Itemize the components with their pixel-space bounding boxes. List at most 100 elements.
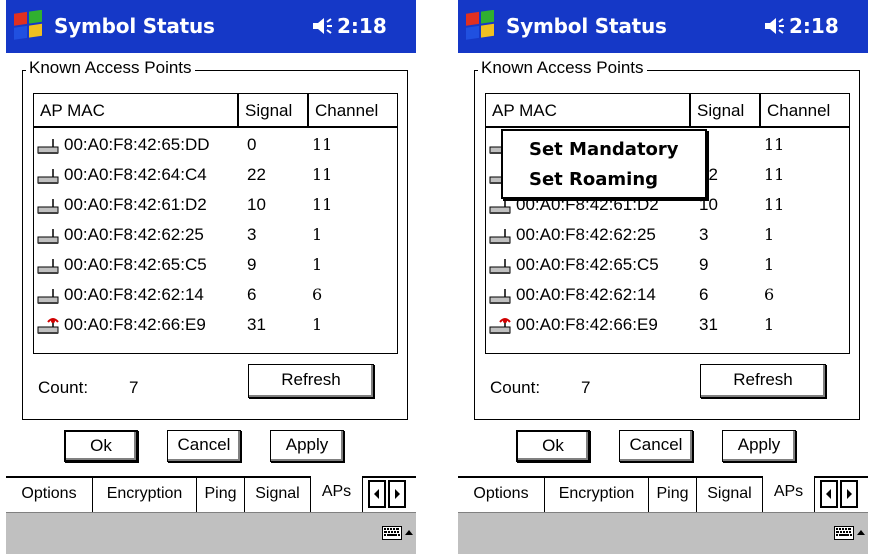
window-title: Symbol Status bbox=[54, 14, 215, 38]
apply-button[interactable]: Apply bbox=[722, 430, 796, 462]
cell-mac: 00:A0:F8:42:66:E9 bbox=[516, 315, 658, 334]
apply-button[interactable]: Apply bbox=[270, 430, 344, 462]
count-value: 7 bbox=[129, 378, 139, 397]
input-selector-arrow-icon[interactable] bbox=[856, 527, 866, 539]
menu-item-set-roaming[interactable]: Set Roaming bbox=[529, 169, 658, 190]
cell-channel: 11 bbox=[764, 195, 785, 214]
cancel-button[interactable]: Cancel bbox=[167, 430, 241, 462]
tab-ping[interactable]: Ping bbox=[649, 478, 697, 512]
window-title: Symbol Status bbox=[506, 14, 667, 38]
cell-mac: 00:A0:F8:42:65:C5 bbox=[516, 255, 659, 274]
cell-signal: 3 bbox=[247, 225, 257, 244]
tab-aps[interactable]: APs bbox=[311, 476, 363, 512]
cell-signal: 31 bbox=[247, 315, 266, 334]
cell-signal: 3 bbox=[699, 225, 709, 244]
access-point-icon bbox=[489, 229, 511, 244]
table-row[interactable]: 00:A0:F8:42:62:25 3 1 bbox=[486, 222, 849, 248]
table-row[interactable]: 00:A0:F8:42:65:C5 9 1 bbox=[486, 252, 849, 278]
group-label: Known Access Points bbox=[26, 58, 195, 78]
cell-channel: 1 bbox=[764, 255, 775, 274]
tab-scroll-right-button[interactable] bbox=[840, 480, 858, 508]
cell-mac: 00:A0:F8:42:62:25 bbox=[516, 225, 656, 244]
table-row[interactable]: 00:A0:F8:42:62:14 6 6 bbox=[486, 282, 849, 308]
ok-button[interactable]: Ok bbox=[64, 430, 138, 462]
tab-signal[interactable]: Signal bbox=[697, 478, 763, 512]
list-header: AP MAC Signal Channel bbox=[486, 94, 849, 130]
cell-signal: 9 bbox=[247, 255, 257, 274]
speaker-icon[interactable] bbox=[311, 16, 333, 36]
table-row[interactable]: 00:A0:F8:42:62:14 6 6 bbox=[34, 282, 397, 308]
group-label: Known Access Points bbox=[478, 58, 647, 78]
cell-channel: 6 bbox=[764, 285, 775, 304]
tab-strip: Options Encryption Ping Signal APs bbox=[6, 476, 416, 512]
tab-scroll-right-button[interactable] bbox=[388, 480, 406, 508]
access-point-icon bbox=[489, 259, 511, 274]
cell-mac: 00:A0:F8:42:62:14 bbox=[516, 285, 656, 304]
windows-start-icon[interactable] bbox=[12, 10, 46, 44]
refresh-button[interactable]: Refresh bbox=[700, 364, 826, 398]
input-selector-arrow-icon[interactable] bbox=[404, 527, 414, 539]
cell-signal: 6 bbox=[247, 285, 257, 304]
speaker-icon[interactable] bbox=[763, 16, 785, 36]
tab-options[interactable]: Options bbox=[6, 478, 93, 512]
table-row[interactable]: 00:A0:F8:42:61:D2 10 11 bbox=[34, 192, 397, 218]
cell-mac: 00:A0:F8:42:62:14 bbox=[64, 285, 204, 304]
keyboard-icon[interactable] bbox=[834, 525, 854, 541]
cancel-button[interactable]: Cancel bbox=[619, 430, 693, 462]
windows-start-icon[interactable] bbox=[464, 10, 498, 44]
associated-access-point-icon bbox=[489, 318, 511, 334]
tab-scroll-left-button[interactable] bbox=[368, 480, 386, 508]
column-header-signal[interactable]: Signal bbox=[691, 94, 761, 128]
cell-channel: 6 bbox=[312, 285, 323, 304]
cell-signal: 31 bbox=[699, 315, 718, 334]
cell-channel: 1 bbox=[312, 255, 323, 274]
cell-signal: 22 bbox=[247, 165, 266, 184]
column-header-ap-mac[interactable]: AP MAC bbox=[34, 94, 239, 128]
context-menu: Set Mandatory Set Roaming bbox=[501, 129, 707, 199]
clock[interactable]: 2:18 bbox=[337, 14, 387, 38]
tab-ping[interactable]: Ping bbox=[197, 478, 245, 512]
cell-channel: 11 bbox=[312, 165, 333, 184]
access-point-icon bbox=[489, 289, 511, 304]
cell-channel: 1 bbox=[312, 315, 323, 334]
title-bar: Symbol Status 2:18 bbox=[6, 0, 416, 53]
cell-channel: 11 bbox=[764, 135, 785, 154]
table-row[interactable]: 00:A0:F8:42:66:E9 31 1 bbox=[34, 312, 397, 338]
column-header-channel[interactable]: Channel bbox=[761, 94, 849, 128]
cell-channel: 11 bbox=[764, 165, 785, 184]
tab-encryption[interactable]: Encryption bbox=[545, 478, 649, 512]
tab-encryption[interactable]: Encryption bbox=[93, 478, 197, 512]
cell-mac: 00:A0:F8:42:65:C5 bbox=[64, 255, 207, 274]
clock[interactable]: 2:18 bbox=[789, 14, 839, 38]
tab-scroll-left-button[interactable] bbox=[820, 480, 838, 508]
column-header-ap-mac[interactable]: AP MAC bbox=[486, 94, 691, 128]
list-header: AP MAC Signal Channel bbox=[34, 94, 397, 130]
tab-signal[interactable]: Signal bbox=[245, 478, 311, 512]
tab-options[interactable]: Options bbox=[458, 478, 545, 512]
keyboard-icon[interactable] bbox=[382, 525, 402, 541]
refresh-button[interactable]: Refresh bbox=[248, 364, 374, 398]
cell-mac: 00:A0:F8:42:65:DD bbox=[64, 135, 210, 154]
access-point-list[interactable]: AP MAC Signal Channel 00:A0:F8:42:65:DD 0… bbox=[33, 93, 398, 354]
tab-aps[interactable]: APs bbox=[763, 476, 815, 512]
count-label: Count: bbox=[38, 378, 89, 397]
table-row[interactable]: 00:A0:F8:42:62:25 3 1 bbox=[34, 222, 397, 248]
table-row[interactable]: 00:A0:F8:42:66:E9 31 1 bbox=[486, 312, 849, 338]
access-point-icon bbox=[37, 229, 59, 244]
ok-button[interactable]: Ok bbox=[516, 430, 590, 462]
table-row[interactable]: 00:A0:F8:42:64:C4 22 11 bbox=[34, 162, 397, 188]
column-header-signal[interactable]: Signal bbox=[239, 94, 309, 128]
arrow-left-icon bbox=[826, 489, 831, 499]
access-point-icon bbox=[37, 199, 59, 214]
command-bar bbox=[6, 512, 416, 554]
cell-signal: 0 bbox=[247, 135, 257, 154]
access-point-icon bbox=[489, 199, 511, 214]
table-row[interactable]: 00:A0:F8:42:65:C5 9 1 bbox=[34, 252, 397, 278]
count-value: 7 bbox=[581, 378, 591, 397]
column-header-channel[interactable]: Channel bbox=[309, 94, 397, 128]
cell-channel: 1 bbox=[764, 225, 775, 244]
status-window-right: Symbol Status 2:18 Known Access Points A… bbox=[458, 0, 868, 554]
cell-mac: 00:A0:F8:42:62:25 bbox=[64, 225, 204, 244]
menu-item-set-mandatory[interactable]: Set Mandatory bbox=[529, 139, 679, 160]
table-row[interactable]: 00:A0:F8:42:65:DD 0 11 bbox=[34, 132, 397, 158]
